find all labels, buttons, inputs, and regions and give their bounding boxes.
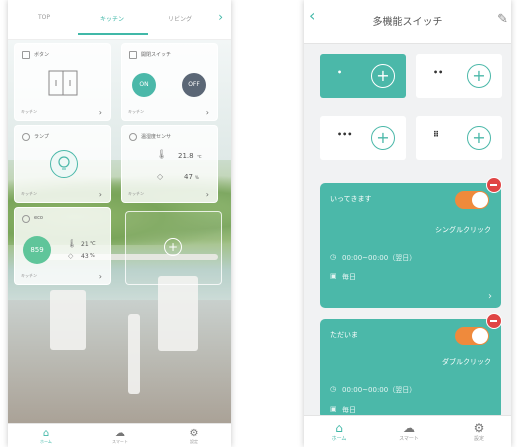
delete-icon[interactable] <box>486 177 502 193</box>
plus-icon[interactable]: + <box>467 126 491 150</box>
bottom-nav: ⌂ ホーム ☁ スマート ⚙ 設定 <box>8 423 231 447</box>
humidity-value: 47 <box>184 173 193 181</box>
bottom-nav: ⌂ ホーム ☁ スマート ⚙ 設定 <box>304 415 511 447</box>
calendar-icon: ▣ <box>330 272 337 280</box>
delete-icon[interactable] <box>486 313 502 329</box>
chevron-right-icon[interactable]: › <box>218 10 223 24</box>
droplet-icon: ◇ <box>157 172 164 181</box>
nav-smart[interactable]: ☁ スマート <box>100 428 140 445</box>
gear-icon: ⚙ <box>189 428 199 439</box>
button-icon <box>22 51 30 59</box>
switch-icon <box>129 51 137 59</box>
add-device-tile[interactable]: + <box>125 211 222 285</box>
scene-toggle[interactable] <box>455 327 489 345</box>
home-icon: ⌂ <box>42 428 50 439</box>
clock-icon: ◷ <box>330 253 337 261</box>
temperature-value: 21.8 <box>178 152 194 160</box>
time-range: 00:00~00:00（翌日） <box>342 386 417 394</box>
on-button[interactable]: ON <box>132 73 156 97</box>
triple-click-button[interactable]: ••• + <box>320 116 406 160</box>
room-tab-bar: TOP キッチン リビング › <box>8 0 231 40</box>
single-click-button[interactable]: • + <box>320 54 406 98</box>
tab-living[interactable]: リビング <box>168 14 192 23</box>
scene-name: ただいま <box>330 331 358 339</box>
repeat-label: 毎日 <box>342 406 356 414</box>
tile-lamp[interactable]: ランプ キッチン › <box>14 125 111 203</box>
sensor-icon <box>129 133 137 141</box>
time-range: 00:00~00:00（翌日） <box>342 254 417 262</box>
droplet-icon: ◇ <box>68 252 74 260</box>
tab-kitchen[interactable]: キッチン <box>100 14 124 23</box>
plus-icon[interactable]: + <box>371 64 395 88</box>
left-phone-screen: TOP キッチン リビング › ボタン キッチン › 開閉スイッチ ON OFF… <box>8 0 231 447</box>
long-press-button[interactable]: ⠿ + <box>416 116 502 160</box>
calendar-icon: ▣ <box>330 405 337 413</box>
plus-icon[interactable]: + <box>467 64 491 88</box>
gear-icon: ⚙ <box>473 421 485 435</box>
cloud-icon: ☁ <box>115 428 125 439</box>
nav-home[interactable]: ⌂ ホーム <box>26 428 66 445</box>
scene-card[interactable]: ただいま ダブルクリック ◷ 00:00~00:00（翌日） ▣ 毎日 <box>320 313 502 419</box>
scene-card[interactable]: いってきます シングルクリック ◷ 00:00~00:00（翌日） ▣ 毎日 › <box>320 177 502 308</box>
bulb-icon <box>22 133 30 141</box>
plus-icon[interactable]: + <box>164 238 182 256</box>
double-click-button[interactable]: •• + <box>416 54 502 98</box>
lamp-bulb-icon[interactable] <box>50 150 78 178</box>
plus-icon[interactable]: + <box>371 126 395 150</box>
tab-top[interactable]: TOP <box>38 14 50 21</box>
tile-temp-humidity-sensor[interactable]: 温湿度センサ 🌡 21.8 ℃ ◇ 47 % キッチン › <box>121 125 218 203</box>
repeat-label: 毎日 <box>342 273 356 281</box>
active-tab-underline <box>78 33 148 35</box>
chevron-right-icon: › <box>98 190 102 199</box>
eco-icon <box>22 215 30 223</box>
header: ‹ 多機能スイッチ ✎ <box>304 0 511 44</box>
right-phone-screen: ‹ 多機能スイッチ ✎ • + •• + ••• + ⠿ + いってきます シン… <box>304 0 511 447</box>
nav-settings[interactable]: ⚙ 設定 <box>454 421 504 442</box>
chevron-right-icon: › <box>98 272 102 281</box>
chevron-right-icon: › <box>205 190 209 199</box>
tile-eco[interactable]: eco 859 🌡 21 ℃ ◇ 43 % キッチン › <box>14 207 111 285</box>
thermometer-icon: 🌡 <box>156 150 168 160</box>
edit-icon[interactable]: ✎ <box>497 12 508 27</box>
tile-open-close-switch[interactable]: 開閉スイッチ ON OFF キッチン › <box>121 43 218 121</box>
off-button[interactable]: OFF <box>182 73 206 97</box>
thermometer-icon: 🌡 <box>67 239 78 248</box>
cloud-icon: ☁ <box>403 421 415 435</box>
clock-icon: ◷ <box>330 385 337 393</box>
nav-settings[interactable]: ⚙ 設定 <box>174 428 214 445</box>
chevron-right-icon: › <box>98 108 102 117</box>
nav-smart[interactable]: ☁ スマート <box>384 421 434 442</box>
page-title: 多機能スイッチ <box>372 17 443 28</box>
wall-switch-icon <box>48 70 78 96</box>
click-action: シングルクリック <box>435 226 491 234</box>
home-icon: ⌂ <box>335 421 343 435</box>
click-action: ダブルクリック <box>442 358 491 366</box>
scene-toggle[interactable] <box>455 191 489 209</box>
tile-button[interactable]: ボタン キッチン › <box>14 43 111 121</box>
eco-value-badge: 859 <box>23 236 51 264</box>
scene-name: いってきます <box>330 195 372 203</box>
chevron-right-icon[interactable]: › <box>488 291 492 302</box>
nav-home[interactable]: ⌂ ホーム <box>314 421 364 442</box>
chevron-right-icon: › <box>205 108 209 117</box>
